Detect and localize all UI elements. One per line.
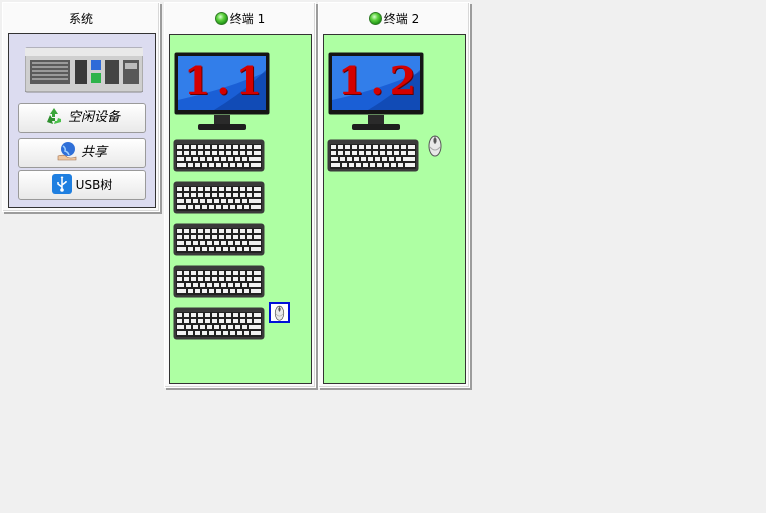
server-icon — [25, 47, 143, 93]
keyboard-icon[interactable] — [173, 139, 265, 172]
monitor-1-1[interactable]: 1.1 — [174, 52, 270, 132]
monitor-1-2[interactable]: 1.2 — [328, 52, 424, 132]
idle-devices-button[interactable]: 空闲设备 — [18, 103, 146, 133]
terminal-1-header: 终端 1 — [165, 3, 315, 33]
terminal-2-device-area: 1.2 — [323, 34, 466, 384]
system-panel-title: 系统 — [68, 12, 93, 26]
terminal-1-title: 终端 1 — [229, 12, 266, 26]
terminal-panel-2: 终端 2 1.2 — [318, 2, 470, 388]
keyboard-icon[interactable] — [173, 223, 265, 256]
mouse-icon — [271, 304, 288, 321]
status-led-icon — [368, 12, 382, 25]
share-label: 共享 — [80, 145, 107, 160]
keyboard-icon[interactable] — [173, 181, 265, 214]
selected-mouse[interactable] — [269, 302, 290, 323]
terminal-panel-1: 终端 1 1.1 — [164, 2, 316, 388]
usb-tree-button[interactable]: USB树 — [18, 170, 146, 200]
mouse-icon[interactable] — [428, 133, 442, 157]
keyboard-icon[interactable] — [173, 307, 265, 340]
screen-label: 1.1 — [184, 58, 269, 103]
usb-tree-label: USB树 — [75, 178, 113, 192]
terminal-2-title: 终端 2 — [383, 12, 420, 26]
terminal-1-device-area: 1.1 — [169, 34, 312, 384]
recycle-icon — [46, 108, 61, 124]
usb-icon — [51, 174, 72, 194]
system-device-area: 空闲设备 共享 USB树 — [8, 33, 156, 208]
terminal-2-header: 终端 2 — [319, 3, 469, 33]
globe-hand-icon — [57, 142, 77, 161]
screen-label: 1.2 — [338, 58, 423, 103]
share-button[interactable]: 共享 — [18, 138, 146, 168]
idle-devices-label: 空闲设备 — [67, 110, 120, 125]
status-led-icon — [214, 12, 228, 25]
keyboard-icon[interactable] — [173, 265, 265, 298]
system-panel: 系统 空闲设备 共享 USB树 — [2, 2, 160, 212]
keyboard-icon[interactable] — [327, 139, 419, 172]
